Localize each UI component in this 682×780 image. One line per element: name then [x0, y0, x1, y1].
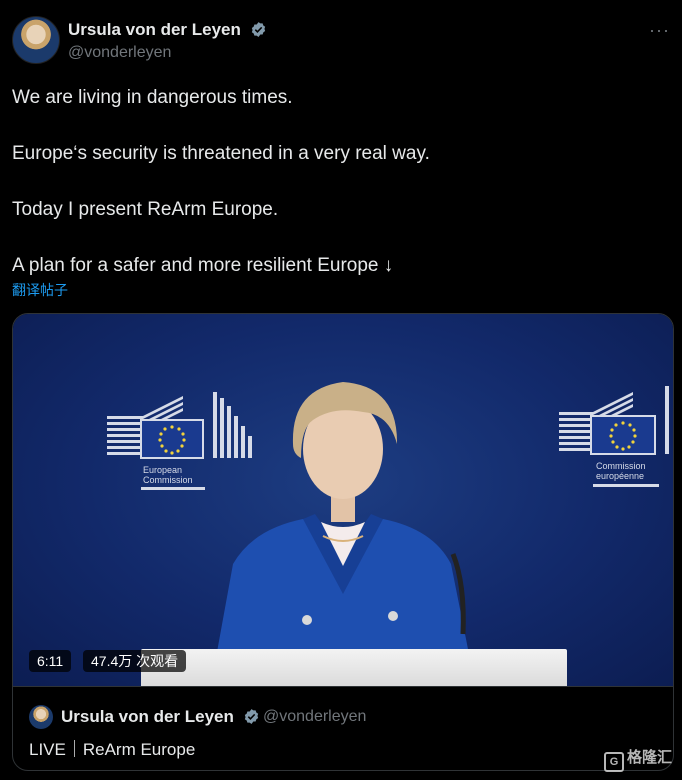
- tweet-line: A plan for a safer and more resilient Eu…: [12, 255, 394, 276]
- podium: [141, 649, 567, 686]
- tweet-header: Ursula von der Leyen @vonderleyen ···: [12, 14, 670, 66]
- logo-text-line: Commission: [143, 475, 193, 485]
- tweet-body: We are living in dangerous times. Europe…: [12, 84, 662, 308]
- logo-text-line: européenne: [596, 471, 645, 481]
- author-handle[interactable]: @vonderleyen: [68, 44, 171, 62]
- card-author-name-text: Ursula von der Leyen: [61, 707, 234, 726]
- card-author-avatar: [29, 705, 53, 729]
- logo-text-left: European Commission: [143, 465, 193, 485]
- watermark-g-icon: G: [603, 752, 624, 772]
- tweet-line: Today I present ReArm Europe.: [12, 199, 279, 220]
- author-avatar[interactable]: [12, 16, 60, 64]
- translate-post-link[interactable]: 翻译帖子: [12, 280, 68, 300]
- video-views-badge: 47.4万 次观看: [83, 650, 187, 672]
- author-name[interactable]: Ursula von der Leyen: [68, 20, 267, 40]
- logo-text-right: Commission européenne: [596, 461, 646, 481]
- card-title: LIVE｜ReArm Europe: [29, 740, 196, 759]
- verified-badge-icon: [244, 709, 258, 724]
- verified-badge-icon: [251, 22, 265, 37]
- card-author-name: Ursula von der Leyen: [61, 707, 260, 727]
- video-duration-badge: 6:11: [29, 650, 72, 672]
- tweet-line: We are living in dangerous times.: [12, 87, 293, 108]
- video-card[interactable]: European Commission Commission européenn…: [12, 313, 674, 771]
- card-footer[interactable]: Ursula von der Leyen @vonderleyen LIVE｜R…: [13, 686, 673, 770]
- tweet-line: Europe‘s security is threatened in a ver…: [12, 143, 430, 164]
- watermark-text: 格隆汇: [626, 749, 672, 766]
- author-name-text[interactable]: Ursula von der Leyen: [68, 20, 241, 39]
- watermark-logo: G 格隆汇: [603, 746, 672, 772]
- card-author-handle: @vonderleyen: [263, 708, 367, 725]
- speaker-figure: [213, 382, 473, 674]
- more-options-icon[interactable]: ···: [649, 20, 670, 41]
- video-player[interactable]: European Commission Commission européenn…: [13, 314, 673, 686]
- logo-text-line: European: [143, 465, 183, 475]
- logo-text-line: Commission: [596, 461, 646, 471]
